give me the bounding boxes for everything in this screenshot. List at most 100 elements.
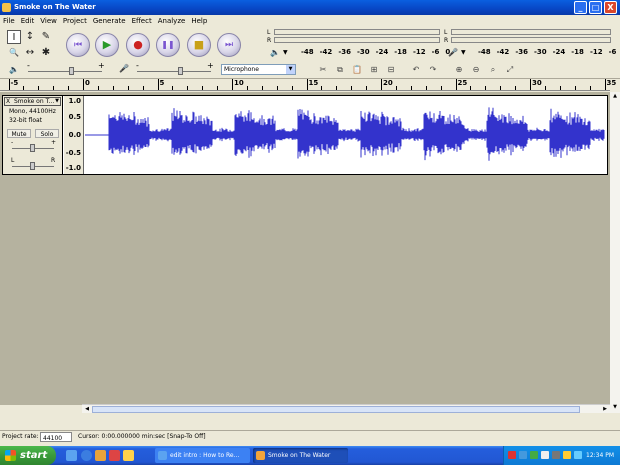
amplitude-scale: 1.0 0.5 0.0 -0.5 -1.0 [64, 96, 84, 174]
folder-icon[interactable] [123, 450, 134, 461]
ruler-minor-tick [559, 86, 561, 90]
trim-icon[interactable]: ⊞ [367, 63, 381, 76]
scroll-right-icon[interactable]: ▶ [601, 406, 609, 413]
ruler-minor-tick [544, 86, 546, 90]
title-bar: Smoke on The Water _ □ X [0, 0, 620, 15]
ruler-minor-tick [425, 86, 427, 90]
media-player-icon[interactable] [95, 450, 106, 461]
volume-tray-icon[interactable] [563, 451, 571, 459]
menu-project[interactable]: Project [60, 15, 90, 27]
draw-tool-icon[interactable]: ✎ [39, 30, 53, 44]
redo-icon[interactable]: ↷ [426, 63, 440, 76]
record-button[interactable]: ● [126, 33, 150, 57]
start-button[interactable]: start [0, 446, 56, 465]
output-volume-knob[interactable] [69, 67, 75, 75]
pan-slider-knob[interactable] [30, 162, 35, 170]
menu-help[interactable]: Help [188, 15, 210, 27]
scroll-up-icon[interactable]: ▲ [611, 93, 619, 101]
project-rate-value: 44100 [43, 435, 63, 442]
taskbar-item-audacity[interactable]: Smoke on The Water [253, 448, 348, 463]
speaker-icon[interactable]: 🔈 [270, 48, 280, 57]
window-title: Smoke on The Water [14, 3, 96, 11]
scroll-left-icon[interactable]: ◀ [83, 406, 91, 413]
taskbar-item-browser[interactable]: edit intro : How to Re... [155, 448, 250, 463]
output-meter-left [274, 29, 440, 35]
scroll-down-icon[interactable]: ▼ [611, 404, 619, 412]
paste-icon[interactable]: 📋 [350, 63, 364, 76]
menu-edit[interactable]: Edit [18, 15, 38, 27]
output-meter-menu-icon[interactable]: ▼ [283, 49, 288, 56]
fit-project-icon[interactable]: ⤢ [503, 63, 517, 76]
track-close-icon[interactable]: X [6, 98, 10, 105]
ruler-minor-tick [589, 86, 591, 90]
gain-plus-label: + [51, 139, 57, 146]
zoom-in-icon[interactable]: ⊕ [452, 63, 466, 76]
copy-icon[interactable]: ⧉ [333, 63, 347, 76]
gain-slider-knob[interactable] [30, 144, 35, 152]
close-button[interactable]: X [604, 1, 617, 14]
minimize-button[interactable]: _ [574, 1, 587, 14]
stop-button[interactable]: ■ [187, 33, 211, 57]
ruler-minor-tick [187, 86, 189, 90]
show-desktop-icon[interactable] [66, 450, 77, 461]
fit-selection-icon[interactable]: ⌕ [486, 63, 500, 76]
output-volume-slider[interactable] [28, 71, 102, 72]
ruler-label: 10 [234, 79, 244, 87]
tray-icon[interactable] [541, 451, 549, 459]
input-volume-icon: 🎤 [119, 64, 129, 73]
output-volume-icon: 🔈 [9, 65, 19, 74]
vertical-scrollbar[interactable]: ▲ ▼ [610, 92, 620, 413]
silence-icon[interactable]: ⊟ [384, 63, 398, 76]
selection-tool-icon[interactable]: I [7, 30, 21, 44]
internet-explorer-icon[interactable] [81, 450, 92, 461]
menu-effect[interactable]: Effect [129, 15, 155, 27]
tray-icon[interactable] [552, 451, 560, 459]
ruler-minor-tick [351, 86, 353, 90]
input-volume-knob[interactable] [178, 67, 184, 75]
solo-button[interactable]: Solo [35, 129, 59, 138]
track-name-button[interactable]: X Smoke on T... ▼ [4, 97, 61, 106]
ruler-minor-tick [112, 86, 114, 90]
waveform[interactable] [85, 96, 607, 174]
skip-to-end-button[interactable]: ⏭ [217, 33, 241, 57]
menu-file[interactable]: File [0, 15, 18, 27]
tray-icon[interactable] [508, 451, 516, 459]
undo-icon[interactable]: ↶ [409, 63, 423, 76]
timeshift-tool-icon[interactable]: ↔ [23, 46, 37, 60]
waveform-samples [108, 107, 605, 161]
mute-button[interactable]: Mute [7, 129, 31, 138]
play-button[interactable]: ▶ [95, 33, 119, 57]
pause-button[interactable]: ❚❚ [156, 33, 180, 57]
zoom-tool-icon[interactable]: 🔍 [7, 46, 21, 60]
track-menu-arrow-icon: ▼ [55, 98, 59, 104]
timeline-ruler[interactable]: -5 0 5 10 15 20 25 30 35 [0, 79, 616, 91]
menu-generate[interactable]: Generate [90, 15, 129, 27]
envelope-tool-icon[interactable]: ↕ [23, 30, 37, 44]
amplitude-label: 1.0 [68, 97, 81, 105]
input-volume-slider[interactable] [137, 71, 211, 72]
network-tray-icon[interactable] [574, 451, 582, 459]
tray-icon[interactable] [530, 451, 538, 459]
maximize-button[interactable]: □ [589, 1, 602, 14]
skip-to-start-button[interactable]: ⏮ [66, 33, 90, 57]
ruler-minor-tick [97, 86, 99, 90]
app-quicklaunch-icon[interactable] [109, 450, 120, 461]
ruler-minor-tick [68, 86, 70, 90]
menu-analyze[interactable]: Analyze [155, 15, 189, 27]
input-source-select[interactable]: Microphone ▼ [221, 64, 296, 75]
track-name: Smoke on T... [14, 98, 55, 105]
horizontal-scrollbar[interactable]: ◀ ▶ [82, 404, 610, 413]
tray-icon[interactable] [519, 451, 527, 459]
cut-icon[interactable]: ✂ [316, 63, 330, 76]
multi-tool-icon[interactable]: ✱ [39, 46, 53, 60]
zoom-out-icon[interactable]: ⊖ [469, 63, 483, 76]
menu-view[interactable]: View [37, 15, 60, 27]
project-rate-field[interactable]: 44100 [40, 432, 72, 442]
ruler-minor-tick [321, 86, 323, 90]
microphone-meter-icon[interactable]: 🎤 [448, 48, 458, 57]
audio-track[interactable]: X Smoke on T... ▼ Mono, 44100Hz 32-bit f… [2, 95, 608, 175]
amplitude-label: -1.0 [65, 164, 81, 172]
input-meter-menu-icon[interactable]: ▼ [461, 49, 466, 56]
audacity-icon [256, 451, 265, 460]
horizontal-scroll-thumb[interactable] [92, 406, 580, 413]
